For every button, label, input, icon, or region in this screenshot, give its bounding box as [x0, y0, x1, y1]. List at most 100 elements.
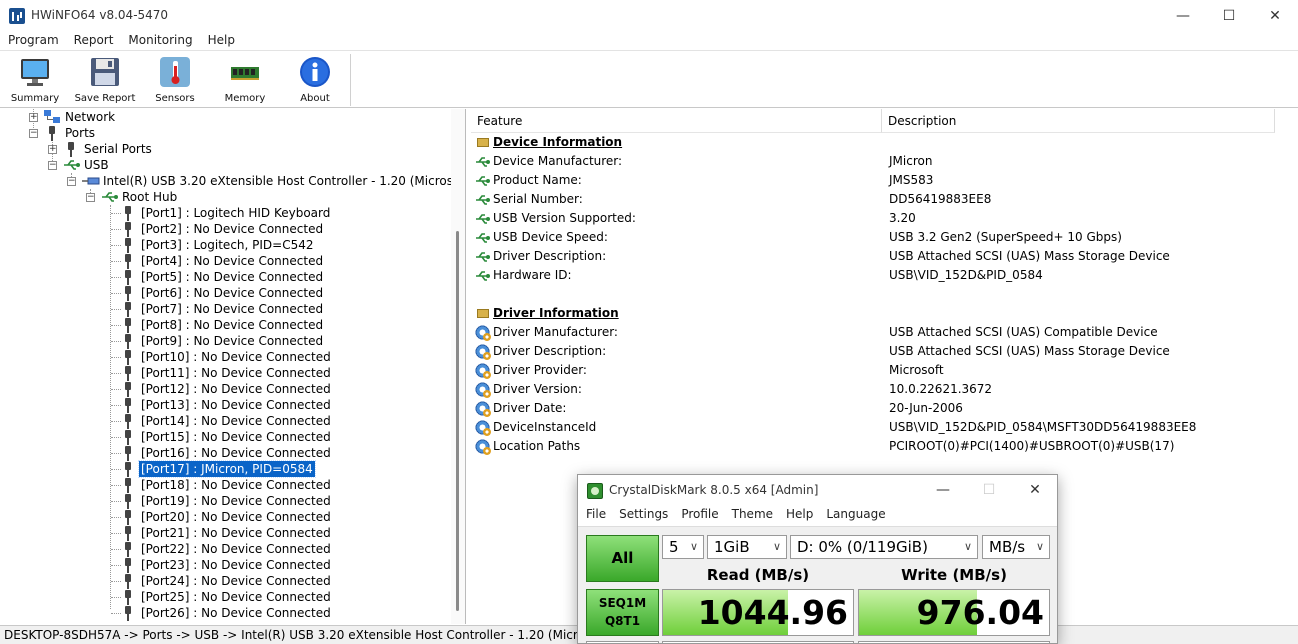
detail-row[interactable]: Driver Date: 20-Jun-2006 [471, 399, 1298, 418]
tree-item-port[interactable]: [Port26] : No Device Connected [0, 605, 450, 621]
usb-icon [102, 192, 118, 202]
summary-button[interactable]: Summary [0, 56, 70, 106]
tree-item-port[interactable]: [Port21] : No Device Connected [0, 525, 450, 541]
tree-line [111, 405, 121, 406]
collapse-icon[interactable]: − [48, 161, 57, 170]
tree-item-network[interactable]: + Network [0, 109, 450, 125]
tree-item-port[interactable]: [Port13] : No Device Connected [0, 397, 450, 413]
tree-item-port[interactable]: [Port7] : No Device Connected [0, 301, 450, 317]
detail-row[interactable]: Driver Description: USB Attached SCSI (UA… [471, 342, 1298, 361]
detail-row[interactable]: Serial Number: DD56419883EE8 [471, 190, 1298, 209]
cdm-body: All 5 ∨ 1GiB ∨ D: 0% (0/119GiB) ∨ MB/s ∨ Rea… [578, 526, 1057, 643]
tree-item-port[interactable]: [Port4] : No Device Connected [0, 253, 450, 269]
sensors-button[interactable]: Sensors [140, 56, 210, 106]
column-header-description[interactable]: Description [882, 109, 1275, 133]
detail-row[interactable]: Driver Description: USB Attached SCSI (UA… [471, 247, 1298, 266]
device-tree[interactable]: + Network − Ports + Serial Ports − USB −… [0, 109, 466, 624]
menu-report[interactable]: Report [66, 31, 121, 50]
cdm-menu-file[interactable]: File [578, 505, 611, 526]
usb-port-icon [124, 286, 132, 301]
tree-item-port[interactable]: [Port1] : Logitech HID Keyboard [0, 205, 450, 221]
usb-icon [476, 195, 490, 205]
tree-scrollbar[interactable] [451, 109, 465, 624]
tree-item-port[interactable]: [Port3] : Logitech, PID=C542 [0, 237, 450, 253]
cdm-menu-language[interactable]: Language [818, 505, 890, 526]
seq1m-q8t1-test-button[interactable]: SEQ1M Q8T1 [586, 589, 659, 636]
detail-row[interactable]: Hardware ID: USB\VID_152D&PID_0584 [471, 266, 1298, 285]
tree-item-label: [Port19] : No Device Connected [141, 494, 331, 508]
tree-item-port[interactable]: [Port11] : No Device Connected [0, 365, 450, 381]
cdm-menu-theme[interactable]: Theme [724, 505, 778, 526]
tree-item-serial-ports[interactable]: + Serial Ports [0, 141, 450, 157]
test-size-select[interactable]: 1GiB ∨ [707, 535, 787, 559]
menu-program[interactable]: Program [0, 31, 66, 50]
detail-row[interactable]: USB Version Supported: 3.20 [471, 209, 1298, 228]
tree-item-root-hub[interactable]: − Root Hub [0, 189, 450, 205]
expand-icon[interactable]: + [29, 113, 38, 122]
tree-item-port[interactable]: [Port19] : No Device Connected [0, 493, 450, 509]
collapse-icon[interactable]: − [86, 193, 95, 202]
driver-gear-icon [475, 344, 491, 360]
tree-item-port[interactable]: [Port10] : No Device Connected [0, 349, 450, 365]
scrollbar-thumb[interactable] [456, 231, 459, 611]
tree-item-port[interactable]: [Port25] : No Device Connected [0, 589, 450, 605]
tree-item-port[interactable]: [Port23] : No Device Connected [0, 557, 450, 573]
network-icon [44, 110, 60, 123]
tree-item-port[interactable]: [Port24] : No Device Connected [0, 573, 450, 589]
tree-item-port[interactable]: [Port12] : No Device Connected [0, 381, 450, 397]
minimize-button[interactable]: — [1160, 0, 1206, 31]
usb-port-icon [124, 606, 132, 621]
detail-row[interactable]: USB Device Speed: USB 3.2 Gen2 (SuperSpee… [471, 228, 1298, 247]
tree-item-port[interactable]: [Port20] : No Device Connected [0, 509, 450, 525]
cdm-minimize-button[interactable]: — [920, 477, 966, 503]
detail-row[interactable]: Driver Version: 10.0.22621.3672 [471, 380, 1298, 399]
tree-item-port[interactable]: [Port15] : No Device Connected [0, 429, 450, 445]
cdm-maximize-button[interactable]: ☐ [966, 477, 1012, 503]
section-icon [477, 138, 489, 147]
section-driver-information[interactable]: Driver Information [471, 304, 1298, 323]
cdm-menu-profile[interactable]: Profile [673, 505, 723, 526]
tree-item-port[interactable]: [Port18] : No Device Connected [0, 477, 450, 493]
detail-row[interactable]: Driver Manufacturer: USB Attached SCSI (U… [471, 323, 1298, 342]
close-button[interactable]: ✕ [1252, 0, 1298, 31]
collapse-icon[interactable]: − [29, 129, 38, 138]
tree-item-port[interactable]: [Port17] : JMicron, PID=0584 [0, 460, 450, 478]
detail-row[interactable]: Product Name: JMS583 [471, 171, 1298, 190]
tree-item-port[interactable]: [Port8] : No Device Connected [0, 317, 450, 333]
menu-monitoring[interactable]: Monitoring [120, 31, 199, 50]
tree-item-port[interactable]: [Port2] : No Device Connected [0, 221, 450, 237]
tree-item-port[interactable]: [Port6] : No Device Connected [0, 285, 450, 301]
memory-button[interactable]: Memory [210, 56, 280, 106]
cdm-menu-settings[interactable]: Settings [611, 505, 673, 526]
cdm-close-button[interactable]: ✕ [1012, 477, 1057, 503]
tree-item-port[interactable]: [Port14] : No Device Connected [0, 413, 450, 429]
cdm-menu-help[interactable]: Help [778, 505, 818, 526]
detail-row[interactable]: DeviceInstanceId USB\VID_152D&PID_0584\MS… [471, 418, 1298, 437]
save-report-button[interactable]: Save Report [70, 56, 140, 106]
column-header-feature[interactable]: Feature [471, 109, 882, 133]
maximize-button[interactable]: ☐ [1206, 0, 1252, 31]
feature-label: Driver Provider: [493, 363, 587, 377]
expand-icon[interactable]: + [48, 145, 57, 154]
detail-row[interactable]: Device Manufacturer: JMicron [471, 152, 1298, 171]
tree-item-usb[interactable]: − USB [0, 157, 450, 173]
tree-item-ports[interactable]: − Ports [0, 125, 450, 141]
about-button[interactable]: About [280, 56, 350, 106]
tree-item-port[interactable]: [Port16] : No Device Connected [0, 445, 450, 461]
detail-row[interactable]: Location Paths PCIROOT(0)#PCI(1400)#USBRO… [471, 437, 1298, 456]
section-device-information[interactable]: Device Information [471, 133, 1298, 152]
detail-row[interactable]: Driver Provider: Microsoft [471, 361, 1298, 380]
tree-item-port[interactable]: [Port22] : No Device Connected [0, 541, 450, 557]
menu-bar: Program Report Monitoring Help [0, 31, 1298, 51]
test-count-select[interactable]: 5 ∨ [662, 535, 704, 559]
unit-select[interactable]: MB/s ∨ [982, 535, 1050, 559]
tree-item-port[interactable]: [Port5] : No Device Connected [0, 269, 450, 285]
usb-port-icon [124, 510, 132, 525]
collapse-icon[interactable]: − [67, 177, 76, 186]
menu-help[interactable]: Help [200, 31, 242, 50]
drive-select[interactable]: D: 0% (0/119GiB) ∨ [790, 535, 978, 559]
run-all-button[interactable]: All [586, 535, 659, 582]
tree-item-port[interactable]: [Port9] : No Device Connected [0, 333, 450, 349]
driver-gear-icon [475, 420, 491, 436]
tree-item-usb-controller[interactable]: − Intel(R) USB 3.20 eXtensible Host Cont… [0, 173, 465, 189]
